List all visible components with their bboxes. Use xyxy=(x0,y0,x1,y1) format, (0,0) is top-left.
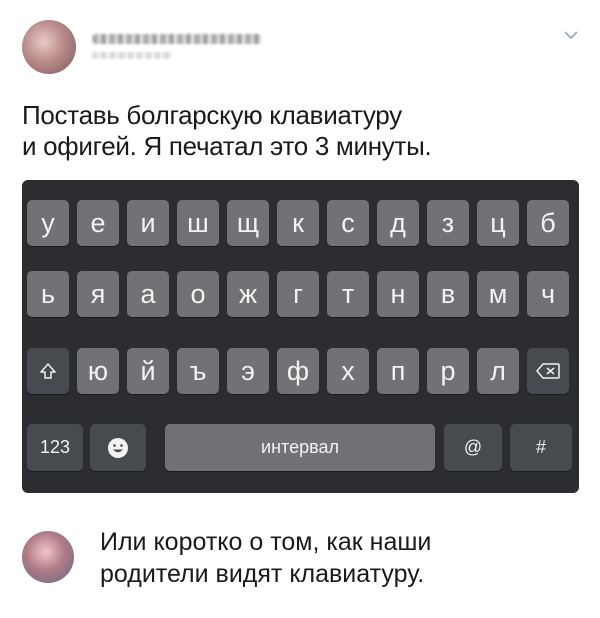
key-s[interactable]: с xyxy=(327,200,369,246)
key-z[interactable]: з xyxy=(427,200,469,246)
key-g[interactable]: г xyxy=(277,271,319,317)
reply-text: Или коротко о том, как наши родители вид… xyxy=(100,526,580,590)
key-shch[interactable]: щ xyxy=(227,200,269,246)
key-k[interactable]: к xyxy=(277,200,319,246)
shift-key[interactable] xyxy=(27,348,69,394)
key-zh[interactable]: ж xyxy=(227,271,269,317)
shift-icon xyxy=(40,363,56,379)
key-f[interactable]: ф xyxy=(277,348,319,394)
chevron-down-icon[interactable] xyxy=(560,27,582,43)
key-a[interactable]: а xyxy=(127,271,169,317)
keyboard-image: у е и ш щ к с д з ц б ь я а о ж г т н в … xyxy=(22,180,579,493)
key-ch[interactable]: ч xyxy=(527,271,569,317)
tweet-text: Поставь болгарскую клавиатуру и офигей. … xyxy=(22,100,562,162)
hash-key[interactable]: # xyxy=(510,424,572,471)
backspace-icon xyxy=(536,363,560,379)
key-d[interactable]: д xyxy=(377,200,419,246)
key-hard-sign[interactable]: ъ xyxy=(177,348,219,394)
key-ts[interactable]: ц xyxy=(477,200,519,246)
reply-author-avatar[interactable] xyxy=(22,531,74,583)
key-r[interactable]: р xyxy=(427,348,469,394)
emoji-icon xyxy=(108,437,128,458)
key-i[interactable]: и xyxy=(127,200,169,246)
key-sh[interactable]: ш xyxy=(177,200,219,246)
author-handle-blurred xyxy=(92,52,172,59)
key-u[interactable]: у xyxy=(27,200,69,246)
emoji-key[interactable] xyxy=(90,424,146,471)
key-t[interactable]: т xyxy=(327,271,369,317)
at-key[interactable]: @ xyxy=(444,424,502,471)
key-e[interactable]: е xyxy=(77,200,119,246)
key-p[interactable]: п xyxy=(377,348,419,394)
reply-text-line-1: Или коротко о том, как наши xyxy=(100,528,432,556)
key-yu[interactable]: ю xyxy=(77,348,119,394)
key-kh[interactable]: х xyxy=(327,348,369,394)
author-avatar[interactable] xyxy=(22,20,76,74)
tweet-text-line-1: Поставь болгарскую клавиатуру xyxy=(22,100,402,130)
numbers-key[interactable]: 123 xyxy=(27,424,83,471)
key-l[interactable]: л xyxy=(477,348,519,394)
key-soft-sign[interactable]: ь xyxy=(27,271,69,317)
key-y[interactable]: й xyxy=(127,348,169,394)
author-name-blurred xyxy=(92,34,262,44)
key-eh[interactable]: э xyxy=(227,348,269,394)
backspace-key[interactable] xyxy=(527,348,569,394)
key-v[interactable]: в xyxy=(427,271,469,317)
tweet-text-line-2: и офигей. Я печатал это 3 минуты. xyxy=(22,131,432,161)
key-n[interactable]: н xyxy=(377,271,419,317)
space-key[interactable]: интервал xyxy=(165,424,435,471)
key-ya[interactable]: я xyxy=(77,271,119,317)
key-o[interactable]: о xyxy=(177,271,219,317)
key-m[interactable]: м xyxy=(477,271,519,317)
reply-text-line-2: родители видят клавиатуру. xyxy=(100,560,425,588)
key-b[interactable]: б xyxy=(527,200,569,246)
